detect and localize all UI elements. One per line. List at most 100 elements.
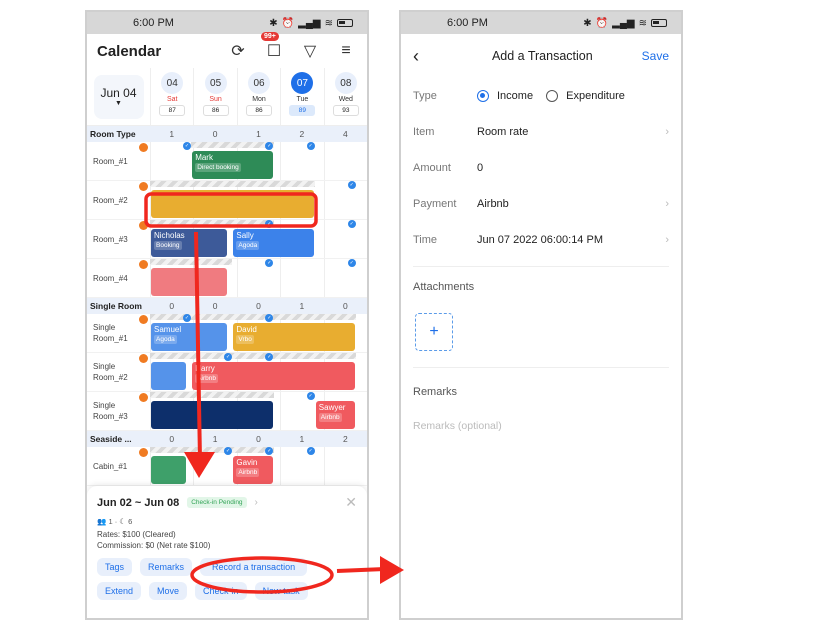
booking-block[interactable] [151, 268, 228, 296]
pending-hatch [150, 259, 233, 265]
room-cell[interactable] [323, 259, 367, 297]
guest-name: Samuel [154, 325, 182, 334]
room-cell[interactable] [280, 259, 323, 297]
expenditure-label[interactable]: Expenditure [566, 90, 625, 102]
payment-row[interactable]: Payment Airbnb › [401, 186, 681, 222]
booking-block[interactable] [151, 190, 314, 218]
status-bar: 6:00 PM ✱ ⏰ ▂▄▆ ≋ [87, 12, 367, 34]
day-number: 08 [334, 72, 357, 94]
time-row[interactable]: Time Jun 07 2022 06:00:14 PM › [401, 222, 681, 258]
filter-icon[interactable]: ▽ [299, 40, 321, 62]
booking-block[interactable]: Sawyer Airbnb [315, 401, 355, 429]
room-row: Single Room_#2 ✓ ✓ Harry Airbnb [87, 353, 367, 392]
check-in-button[interactable]: Check-in [195, 582, 247, 600]
refresh-icon[interactable]: ⟳ [227, 40, 249, 62]
day-column[interactable]: 08 Wed 93 [323, 68, 367, 125]
day-count: 86 [246, 105, 273, 116]
pending-hatch [150, 353, 356, 359]
room-row: Room_#4 ✓ ✓ [87, 259, 367, 298]
booking-meta: 👥 1 · ☾ 6 [97, 517, 133, 526]
pending-hatch [191, 142, 274, 148]
expenditure-radio[interactable] [546, 90, 559, 103]
room-cell[interactable] [323, 142, 367, 180]
income-radio[interactable] [477, 90, 489, 103]
group-count: 2 [299, 129, 305, 139]
save-button[interactable]: Save [642, 49, 669, 63]
move-button[interactable]: Move [149, 582, 188, 600]
add-attachment-button[interactable]: + [415, 313, 453, 351]
room-cell[interactable] [323, 447, 367, 485]
bluetooth-icon: ✱ [583, 17, 592, 29]
booking-block[interactable] [151, 456, 187, 484]
date-picker[interactable]: Jun 04 ▼ [87, 68, 150, 125]
remarks-input[interactable]: Remarks (optional) [401, 420, 681, 432]
chevron-right-icon[interactable]: › [255, 497, 258, 508]
item-row[interactable]: Item Room rate › [401, 114, 681, 150]
group-name: Seaside ... [90, 434, 132, 444]
menu-icon[interactable]: ≡ [335, 40, 357, 62]
amount-label: Amount [413, 162, 451, 174]
room-cell[interactable] [323, 181, 367, 219]
booking-block[interactable]: David Vrbo [233, 323, 355, 351]
booking-block[interactable] [151, 401, 273, 429]
new-task-button[interactable]: New task [254, 582, 308, 600]
day-number: 07 [291, 72, 314, 94]
chevron-right-icon: › [665, 234, 669, 246]
guest-name: David [236, 325, 257, 334]
amount-input[interactable]: 0 [477, 162, 669, 174]
group-count: 1 [212, 434, 218, 444]
extend-button[interactable]: Extend [97, 582, 142, 600]
status-bar: 6:00 PM ✱ ⏰ ▂▄▆ ≋ [401, 12, 681, 34]
booking-block[interactable]: Samuel Agoda [151, 323, 228, 351]
room-name: Single Room_#3 [87, 392, 150, 430]
tags-button[interactable]: Tags [97, 558, 133, 576]
income-label[interactable]: Income [497, 90, 533, 102]
room-cell[interactable] [236, 259, 280, 297]
group-count: 1 [169, 129, 175, 139]
day-column[interactable]: 05 Sun 86 [193, 68, 236, 125]
booking-block[interactable]: Nicholas Booking [151, 229, 228, 257]
booking-block[interactable]: Gavin Airbnb [233, 456, 273, 484]
group-count: 4 [342, 129, 348, 139]
amount-row[interactable]: Amount 0 [401, 150, 681, 186]
group-count: 1 [299, 434, 305, 444]
rocket-icon [139, 221, 148, 230]
booking-block[interactable]: Sally Agoda [233, 229, 314, 257]
day-count: 86 [202, 105, 229, 116]
close-icon[interactable]: ✕ [345, 494, 357, 511]
check-icon: ✓ [306, 447, 315, 455]
divider [413, 266, 669, 267]
record-transaction-button[interactable]: Record a transaction [200, 558, 308, 576]
booking-block[interactable] [151, 362, 187, 390]
guest-name: Sally [236, 231, 254, 240]
inbox-icon[interactable]: ☐ 99+ [261, 32, 285, 62]
room-cell[interactable] [280, 447, 323, 485]
time-value: Jun 07 2022 06:00:14 PM [477, 234, 603, 246]
day-column[interactable]: 04 Sat 87 [150, 68, 193, 125]
booking-source: Booking [154, 241, 182, 250]
day-name: Sat [166, 96, 178, 103]
booking-source: Vrbo [236, 335, 254, 344]
check-icon: ✓ [347, 220, 356, 228]
booking-block[interactable]: Harry Airbnb [192, 362, 355, 390]
back-icon[interactable]: ‹ [413, 46, 443, 67]
item-value: Room rate [477, 126, 529, 138]
room-cell[interactable] [280, 142, 323, 180]
booking-block[interactable]: Mark Direct booking [192, 151, 273, 179]
group-count: 0 [212, 301, 218, 311]
room-row: Room_#3 ✓ ✓ Nicholas Booking Sally Agoda [87, 220, 367, 259]
plus-icon: + [429, 323, 439, 340]
day-header: Jun 04 ▼ 04 Sat 87 05 Sun 86 06 Mon 86 07 Tue 89… [87, 68, 367, 126]
day-name: Sun [209, 96, 222, 103]
room-group-header: Room Type 1 0 1 2 4 [87, 126, 367, 142]
rates-text: Rates: $100 (Cleared) [97, 530, 176, 539]
room-cell[interactable] [323, 220, 367, 258]
day-number: 04 [161, 72, 184, 94]
day-column-today[interactable]: 07 Tue 89 [280, 68, 323, 125]
calendar-screen: 6:00 PM ✱ ⏰ ▂▄▆ ≋ Calendar ⟳ ☐ 99+ ▽ ≡ Ju… [85, 10, 369, 620]
page-title: Add a Transaction [491, 49, 593, 63]
remarks-button[interactable]: Remarks [140, 558, 193, 576]
day-column[interactable]: 06 Mon 86 [236, 68, 280, 125]
rocket-icon [139, 315, 148, 324]
booking-source: Airbnb [236, 468, 260, 477]
